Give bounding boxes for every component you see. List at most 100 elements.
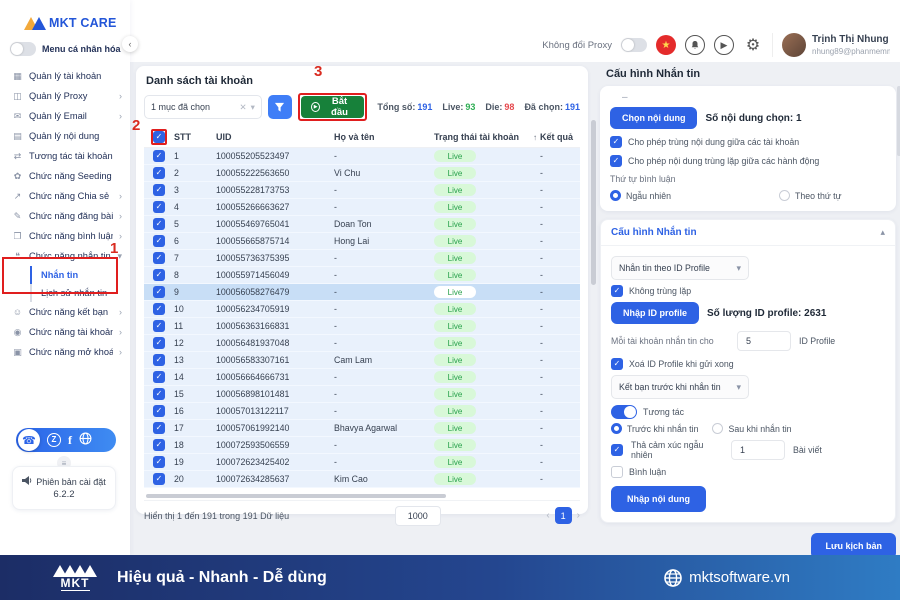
- table-row[interactable]: ✓ 8 100055971456049 - Live -: [144, 267, 580, 284]
- table-row[interactable]: ✓ 2 100055222563650 Vi Chu Live -: [144, 165, 580, 182]
- table-row[interactable]: ✓ 11 100056363166831 - Live -: [144, 318, 580, 335]
- sidebar-item-chuc-nang-seeding[interactable]: ✿ Chức năng Seeding: [0, 166, 130, 186]
- interact-toggle[interactable]: [611, 405, 637, 419]
- user-account-menu[interactable]: Trịnh Thị Nhung nhung89@phanmemmkt: [772, 33, 890, 57]
- table-row[interactable]: ✓ 19 100072623425402 - Live -: [144, 454, 580, 471]
- personalize-menu-toggle[interactable]: [10, 42, 36, 56]
- row-checkbox[interactable]: ✓: [153, 371, 165, 383]
- row-checkbox[interactable]: ✓: [153, 167, 165, 179]
- row-checkbox[interactable]: ✓: [153, 337, 165, 349]
- table-row[interactable]: ✓ 17 100057061992140 Bhavya Agarwal Live…: [144, 420, 580, 437]
- table-row[interactable]: ✓ 9 100056058276479 - Live -: [144, 284, 580, 301]
- sidebar-subitem-lich-su-nhan-tin[interactable]: Lịch sử nhắn tin: [30, 284, 130, 302]
- row-checkbox[interactable]: ✓: [153, 405, 165, 417]
- settings-gear-icon[interactable]: ⚙: [743, 35, 763, 55]
- enter-id-profile-button[interactable]: Nhập ID profile: [611, 302, 699, 324]
- row-checkbox[interactable]: ✓: [153, 235, 165, 247]
- facebook-icon[interactable]: f: [68, 434, 72, 446]
- choose-content-button[interactable]: Chọn nội dung: [610, 107, 697, 129]
- prev-page-icon[interactable]: ‹: [546, 510, 549, 521]
- row-checkbox[interactable]: ✓: [153, 184, 165, 196]
- zalo-icon[interactable]: Z: [47, 433, 61, 447]
- row-checkbox[interactable]: ✓: [153, 218, 165, 230]
- dup-actions-checkbox[interactable]: ✓: [610, 155, 622, 167]
- chevron-up-icon[interactable]: ▴: [880, 227, 885, 238]
- notification-bell-icon[interactable]: [685, 35, 705, 55]
- sidebar-item-tuong-tac-tai-khoan[interactable]: ⇄ Tương tác tài khoản: [0, 146, 130, 166]
- horizontal-scrollbar[interactable]: [144, 493, 580, 499]
- sidebar-collapse-button[interactable]: ‹: [122, 36, 138, 52]
- table-row[interactable]: ✓ 7 100055736375395 - Live -: [144, 250, 580, 267]
- column-header-result[interactable]: Kết quả: [540, 132, 580, 142]
- table-row[interactable]: ✓ 14 100056664666731 - Live -: [144, 369, 580, 386]
- table-row[interactable]: ✓ 13 100056583307161 Cam Lam Live -: [144, 352, 580, 369]
- proxy-toggle[interactable]: [621, 38, 647, 52]
- page-size-input[interactable]: [395, 506, 441, 526]
- per-account-input[interactable]: [737, 331, 791, 351]
- vietnam-flag-icon[interactable]: ★: [656, 35, 676, 55]
- table-row[interactable]: ✓ 16 100057013122117 - Live -: [144, 403, 580, 420]
- next-page-icon[interactable]: ›: [577, 510, 580, 521]
- row-checkbox[interactable]: ✓: [153, 388, 165, 400]
- message-mode-dropdown[interactable]: Nhắn tin theo ID Profile ▾: [611, 256, 749, 280]
- before-message-radio[interactable]: [611, 423, 622, 434]
- sort-up-icon[interactable]: ↑: [533, 133, 537, 142]
- column-header-status[interactable]: Trạng thái tài khoản↑: [434, 132, 540, 142]
- sidebar-item-quan-ly-email[interactable]: ✉ Quản lý Email ›: [0, 106, 130, 126]
- sidebar-item-quan-ly-proxy[interactable]: ◫ Quản lý Proxy ›: [0, 86, 130, 106]
- enter-content-button[interactable]: Nhập nội dung: [611, 486, 706, 512]
- comment-checkbox[interactable]: [611, 466, 623, 478]
- row-checkbox[interactable]: ✓: [153, 201, 165, 213]
- column-header-stt[interactable]: STT: [174, 132, 216, 142]
- tutorial-video-icon[interactable]: ▶: [714, 35, 734, 55]
- dup-accounts-checkbox[interactable]: ✓: [610, 136, 622, 148]
- table-row[interactable]: ✓ 1 100055205523497 - Live -: [144, 148, 580, 165]
- table-row[interactable]: ✓ 18 100072593506559 - Live -: [144, 437, 580, 454]
- random-order-radio[interactable]: [610, 190, 621, 201]
- sidebar-item-chuc-nang-chia-se[interactable]: ↗ Chức năng Chia sẻ ›: [0, 186, 130, 206]
- row-checkbox[interactable]: ✓: [153, 439, 165, 451]
- sidebar-item-chuc-nang-dang-bai[interactable]: ✎ Chức năng đăng bài ›: [0, 206, 130, 226]
- row-checkbox[interactable]: ✓: [153, 269, 165, 281]
- delete-id-after-checkbox[interactable]: ✓: [611, 358, 623, 370]
- table-row[interactable]: ✓ 3 100055228173753 - Live -: [144, 182, 580, 199]
- start-button[interactable]: ▶Bắt đầu: [301, 96, 365, 118]
- row-checkbox[interactable]: ✓: [153, 320, 165, 332]
- row-checkbox[interactable]: ✓: [153, 354, 165, 366]
- no-duplicate-checkbox[interactable]: ✓: [611, 285, 623, 297]
- table-row[interactable]: ✓ 20 100072634285637 Kim Cao Live -: [144, 471, 580, 488]
- support-chat-icon[interactable]: ☎: [18, 429, 40, 451]
- row-checkbox[interactable]: ✓: [153, 286, 165, 298]
- row-checkbox[interactable]: ✓: [153, 252, 165, 264]
- clear-selection-icon[interactable]: ✕: [240, 102, 247, 113]
- row-checkbox[interactable]: ✓: [153, 303, 165, 315]
- page-number-button[interactable]: 1: [555, 507, 572, 524]
- reaction-count-input[interactable]: [731, 440, 785, 460]
- row-checkbox[interactable]: ✓: [153, 422, 165, 434]
- friend-before-message-dropdown[interactable]: Kết bạn trước khi nhắn tin ▾: [611, 375, 749, 399]
- sidebar-item-quan-ly-tai-khoan[interactable]: ▦ Quản lý tài khoản: [0, 66, 130, 86]
- sidebar-item-chuc-nang-tai-khoan[interactable]: ◉ Chức năng tài khoản ›: [0, 322, 130, 342]
- table-row[interactable]: ✓ 5 100055469765041 Doan Ton Live -: [144, 216, 580, 233]
- sidebar-item-chuc-nang-ket-ban[interactable]: ☺ Chức năng kết bạn ›: [0, 302, 130, 322]
- sequential-order-radio[interactable]: [779, 190, 790, 201]
- row-checkbox[interactable]: ✓: [153, 456, 165, 468]
- after-message-radio[interactable]: [712, 423, 723, 434]
- footer-website[interactable]: mktsoftware.vn: [664, 569, 790, 587]
- table-row[interactable]: ✓ 6 100055665875714 Hong Lai Live -: [144, 233, 580, 250]
- column-header-name[interactable]: Họ và tên: [334, 132, 434, 142]
- sidebar-subitem-nhan-tin[interactable]: Nhắn tin: [30, 266, 130, 284]
- table-row[interactable]: ✓ 4 100055266663627 - Live -: [144, 199, 580, 216]
- row-checkbox[interactable]: ✓: [153, 150, 165, 162]
- table-row[interactable]: ✓ 10 100056234705919 - Live -: [144, 301, 580, 318]
- row-checkbox[interactable]: ✓: [153, 473, 165, 485]
- filter-button[interactable]: [268, 95, 292, 119]
- sidebar-item-quan-ly-noi-dung[interactable]: ▤ Quản lý nội dung: [0, 126, 130, 146]
- table-row[interactable]: ✓ 15 100056898101481 - Live -: [144, 386, 580, 403]
- random-reaction-checkbox[interactable]: ✓: [611, 444, 623, 456]
- column-header-uid[interactable]: UID: [216, 132, 334, 142]
- table-row[interactable]: ✓ 12 100056481937048 - Live -: [144, 335, 580, 352]
- vertical-scrollbar[interactable]: [591, 120, 596, 285]
- select-all-checkbox[interactable]: ✓: [153, 131, 165, 143]
- category-select[interactable]: 1 mục đã chọn ✕ ▾: [144, 95, 262, 119]
